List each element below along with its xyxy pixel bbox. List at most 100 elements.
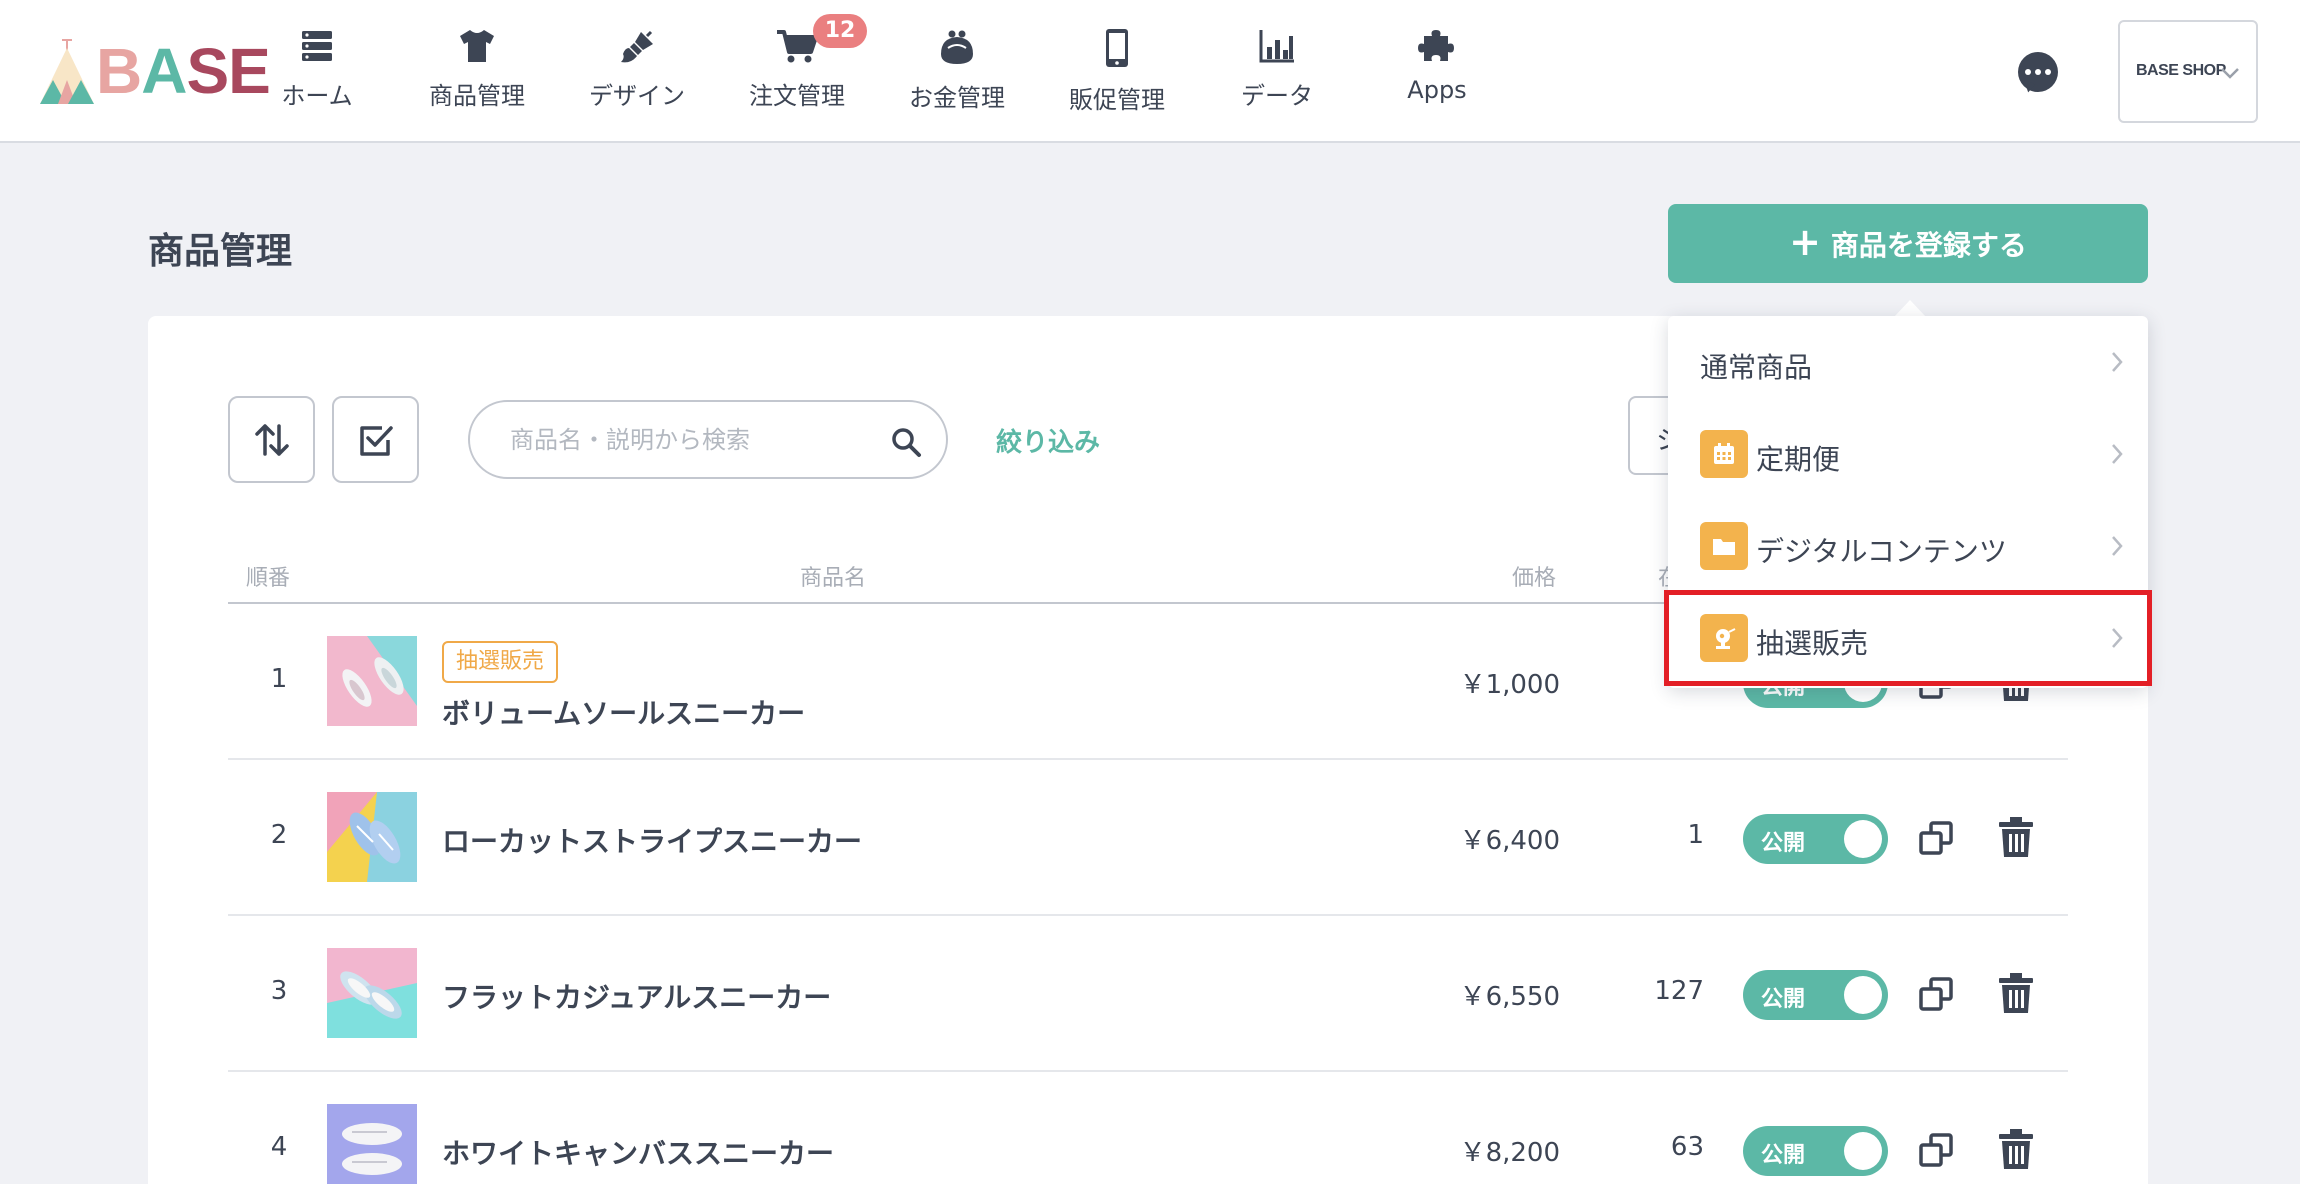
product-thumbnail[interactable] xyxy=(327,636,417,726)
toggle-knob xyxy=(1844,820,1882,858)
table-row[interactable]: 3 フラットカジュアルスニーカー ￥6,550 127 公開 xyxy=(228,916,2068,1072)
publish-toggle-label: 公開 xyxy=(1761,987,1806,1012)
table-row[interactable]: 2 ローカットストライプスニーカー ￥6,400 1 公開 xyxy=(228,760,2068,916)
page-title: 商品管理 xyxy=(148,231,293,272)
chat-icon[interactable] xyxy=(2018,52,2058,92)
duplicate-icon[interactable] xyxy=(1918,976,1954,1012)
nav-home[interactable]: ホーム xyxy=(237,28,397,118)
product-thumbnail[interactable] xyxy=(327,948,417,1038)
checkbox-checked-icon xyxy=(359,425,393,456)
filter-link[interactable]: 絞り込み xyxy=(996,422,1100,459)
folder-icon xyxy=(1700,522,1748,570)
server-stack-icon xyxy=(302,31,332,61)
chevron-right-icon xyxy=(2112,352,2123,372)
toggle-knob xyxy=(1844,1132,1882,1170)
menu-item-regular-product[interactable]: 通常商品 xyxy=(1668,316,2148,408)
nav-label: 商品管理 xyxy=(429,82,525,110)
menu-item-label: 通常商品 xyxy=(1700,351,1813,384)
nav-label: ホーム xyxy=(281,82,353,110)
duplicate-icon[interactable] xyxy=(1918,820,1954,856)
product-price: ￥1,000 xyxy=(1459,670,1560,700)
nav-promotion[interactable]: 販促管理 xyxy=(1037,28,1197,118)
row-order: 4 xyxy=(270,1132,288,1162)
menu-item-subscription[interactable]: 定期便 xyxy=(1668,408,2148,500)
nav-label: Apps xyxy=(1407,76,1467,104)
publish-toggle-label: 公開 xyxy=(1761,831,1806,856)
sneaker-photo xyxy=(327,948,417,1038)
orders-count-badge: 12 xyxy=(813,14,867,48)
trash-icon[interactable] xyxy=(1998,1128,2034,1170)
lottery-sale-tag: 抽選販売 xyxy=(442,641,559,683)
register-product-button[interactable]: + 商品を登録する xyxy=(1668,204,2148,283)
product-price: ￥6,550 xyxy=(1459,982,1560,1012)
nav-design[interactable]: デザイン xyxy=(557,28,717,118)
publish-toggle-label: 公開 xyxy=(1761,1143,1806,1168)
nav-label: お金管理 xyxy=(909,84,1005,112)
column-header-order: 順番 xyxy=(246,566,291,591)
tshirt-icon xyxy=(460,30,494,62)
nav-orders[interactable]: 12 注文管理 xyxy=(717,14,877,118)
search-icon[interactable] xyxy=(890,426,922,458)
chevron-right-icon xyxy=(2112,444,2123,464)
product-thumbnail[interactable] xyxy=(327,792,417,882)
bulk-select-button[interactable] xyxy=(332,396,419,483)
toggle-knob xyxy=(1844,976,1882,1014)
smartphone-icon xyxy=(1106,29,1128,67)
register-product-label: 商品を登録する xyxy=(1830,228,2027,262)
product-price: ￥8,200 xyxy=(1459,1138,1560,1168)
row-order: 1 xyxy=(270,664,288,694)
product-thumbnail[interactable] xyxy=(327,1104,417,1184)
nav-label: データ xyxy=(1241,82,1313,110)
menu-item-digital-content[interactable]: デジタルコンテンツ xyxy=(1668,500,2148,592)
product-stock: 1 xyxy=(1687,820,1704,850)
top-header: BASE ホーム 商品管理 デザイン 12 注文管理 お金管理 販促管理 データ… xyxy=(0,0,2300,143)
chevron-down-icon xyxy=(2221,68,2239,79)
bar-chart-icon xyxy=(1259,30,1294,63)
table-row[interactable]: 4 ホワイトキャンバススニーカー ￥8,200 63 公開 xyxy=(228,1072,2068,1184)
highlight-annotation xyxy=(1664,590,2152,686)
plus-icon: + xyxy=(1789,219,1821,264)
trash-icon[interactable] xyxy=(1998,972,2034,1014)
chevron-right-icon xyxy=(2112,536,2123,556)
product-name[interactable]: フラットカジュアルスニーカー xyxy=(442,976,831,1016)
nav-data[interactable]: データ xyxy=(1197,28,1357,118)
publish-toggle[interactable]: 公開 xyxy=(1743,814,1888,864)
search-input[interactable] xyxy=(510,420,870,460)
trash-icon[interactable] xyxy=(1998,816,2034,858)
chat-dots xyxy=(2018,52,2058,92)
shop-switcher[interactable]: BASE SHOP xyxy=(2118,20,2258,123)
column-header-name: 商品名 xyxy=(800,566,867,591)
product-name[interactable]: ボリュームソールスニーカー xyxy=(442,692,805,732)
row-order: 2 xyxy=(270,820,288,850)
calendar-icon xyxy=(1700,430,1748,478)
dropdown-pointer xyxy=(1894,300,1926,317)
sneaker-photo xyxy=(327,1104,417,1184)
base-logo[interactable]: BASE xyxy=(38,36,271,106)
duplicate-icon[interactable] xyxy=(1918,1132,1954,1168)
product-name[interactable]: ローカットストライプスニーカー xyxy=(442,820,862,860)
menu-item-label: 定期便 xyxy=(1756,443,1841,476)
product-stock: 63 xyxy=(1670,1132,1704,1162)
product-stock: 127 xyxy=(1654,976,1704,1006)
column-header-price: 価格 xyxy=(1512,566,1557,591)
row-order: 3 xyxy=(270,976,288,1006)
sneaker-photo xyxy=(327,792,417,882)
nav-label: 注文管理 xyxy=(749,82,845,110)
nav-money[interactable]: お金管理 xyxy=(877,28,1037,118)
product-price: ￥6,400 xyxy=(1459,826,1560,856)
sort-arrows-icon xyxy=(254,423,289,456)
publish-toggle[interactable]: 公開 xyxy=(1743,1126,1888,1176)
nav-products[interactable]: 商品管理 xyxy=(397,28,557,118)
search-box xyxy=(468,400,948,479)
publish-toggle[interactable]: 公開 xyxy=(1743,970,1888,1020)
product-name[interactable]: ホワイトキャンバススニーカー xyxy=(442,1132,834,1172)
menu-item-label: デジタルコンテンツ xyxy=(1756,535,2007,568)
nav-apps[interactable]: Apps xyxy=(1357,28,1517,118)
nav-label: 販促管理 xyxy=(1069,86,1165,114)
sort-button[interactable] xyxy=(228,396,315,483)
shop-name: BASE SHOP xyxy=(2136,62,2226,79)
paint-brush-icon xyxy=(621,30,653,63)
tent-logo-icon xyxy=(40,39,94,104)
sneaker-photo xyxy=(327,636,417,726)
nav-label: デザイン xyxy=(589,82,685,110)
